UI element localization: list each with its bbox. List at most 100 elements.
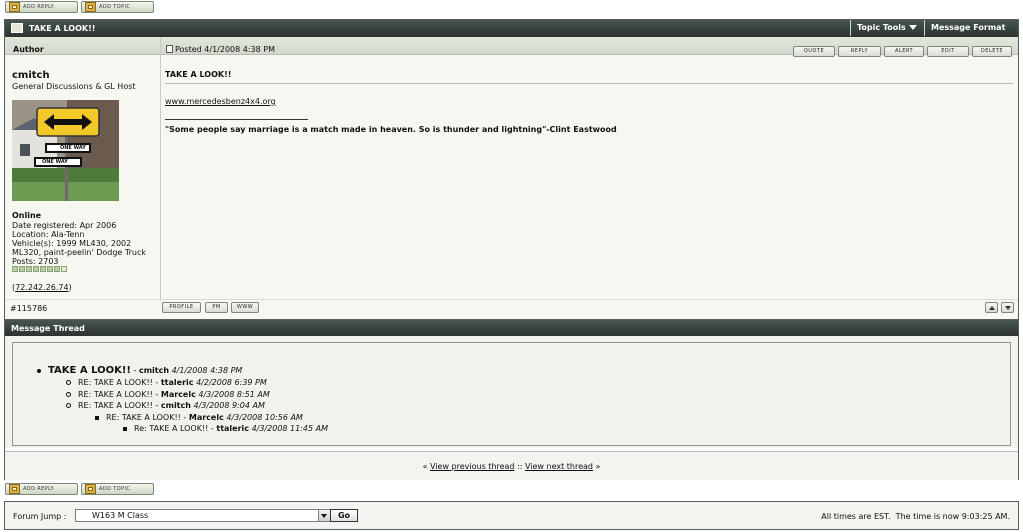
author-location: Location: Ala-Tenn <box>12 230 85 239</box>
dropdown-button[interactable] <box>318 510 330 521</box>
thread-item-title[interactable]: RE: TAKE A LOOK!! <box>78 390 153 399</box>
scroll-down-button[interactable] <box>1001 302 1014 313</box>
add-reply-button-bottom[interactable]: ADD REPLY <box>5 483 78 495</box>
thread-sep: - <box>180 413 189 422</box>
thread-item-title[interactable]: RE: TAKE A LOOK!! <box>78 401 153 410</box>
next-thread-link[interactable]: View next thread <box>525 462 593 471</box>
topic-title: TAKE A LOOK!! <box>29 24 96 33</box>
rank-pip-icon <box>12 266 18 272</box>
go-button[interactable]: Go <box>330 509 358 522</box>
forum-jump-label: Forum Jump : <box>13 512 67 521</box>
author-ip[interactable]: (72.242.26.74) <box>12 283 72 292</box>
thread-sep: - <box>152 390 161 399</box>
message-format-label: Message Format <box>931 23 1006 32</box>
sign-text-1: ONE WAY <box>60 145 86 151</box>
thread-header-bar: Message Thread <box>5 320 1018 336</box>
bullet-icon <box>95 415 99 420</box>
signature-divider <box>165 119 308 120</box>
pm-label: PM <box>212 304 221 310</box>
scroll-up-button[interactable] <box>985 302 998 313</box>
add-topic-button-bottom[interactable]: ADD TOPIC <box>81 483 154 495</box>
alert-button[interactable]: ALERT <box>884 46 924 57</box>
author-name[interactable]: cmitch <box>12 70 50 81</box>
subject-divider <box>165 83 1013 84</box>
add-reply-icon <box>9 484 20 494</box>
thread-sep: - <box>130 366 139 375</box>
thread-panel: Message Thread TAKE A LOOK!! - cmitch 4/… <box>4 320 1019 480</box>
quote-button[interactable]: QUOTE <box>793 46 835 57</box>
rank-pip-icon <box>33 266 39 272</box>
author-vehicles-line1: Vehicle(s): 1999 ML430, 2002 <box>12 239 132 248</box>
thread-item-date: 4/3/2008 10:56 AM <box>226 413 303 422</box>
thread-item-date: 4/1/2008 4:38 PM <box>171 366 243 375</box>
profile-button[interactable]: PROFILE <box>162 302 201 313</box>
author-group: General Discussions & GL Host <box>12 82 136 91</box>
author-registered: Date registered: Apr 2006 <box>12 221 117 230</box>
post-icon <box>166 45 173 53</box>
add-topic-button[interactable]: ADD TOPIC <box>81 1 154 13</box>
add-reply-label: ADD REPLY <box>23 486 55 492</box>
thread-item-reply-2[interactable]: RE: TAKE A LOOK!! - Marcelc 4/3/2008 8:5… <box>66 390 270 399</box>
previous-thread-link[interactable]: View previous thread <box>430 462 515 471</box>
footer-bar: Forum Jump : W163 M Class Go All times a… <box>4 501 1019 530</box>
rank-pips <box>12 266 67 272</box>
nav-prefix: « <box>422 462 430 471</box>
topic-title-bar: TAKE A LOOK!! Topic Tools Message Format <box>5 20 1018 46</box>
topic-icon <box>11 23 23 33</box>
delete-button[interactable]: DELETE <box>972 46 1012 57</box>
delete-label: DELETE <box>980 48 1004 54</box>
rank-pip-icon <box>19 266 25 272</box>
add-reply-icon <box>9 2 20 12</box>
thread-nav: « View previous thread :: View next thre… <box>5 462 1018 471</box>
post-date: Posted 4/1/2008 4:38 PM <box>175 45 275 54</box>
reply-button[interactable]: REPLY <box>838 46 881 57</box>
post-panel: TAKE A LOOK!! Topic Tools Message Format… <box>4 19 1019 320</box>
author-column-header: Author <box>13 45 44 54</box>
thread-item-title[interactable]: Re: TAKE A LOOK!! <box>134 424 208 433</box>
thread-item-root[interactable]: TAKE A LOOK!! - cmitch 4/1/2008 4:38 PM <box>37 365 242 376</box>
sign-text-2: ONE WAY <box>42 159 68 165</box>
forum-jump-select[interactable]: W163 M Class <box>75 509 331 522</box>
column-divider <box>160 37 161 301</box>
thread-item-author: cmitch <box>138 366 170 375</box>
add-reply-button[interactable]: ADD REPLY <box>5 1 78 13</box>
thread-item-author: Marcelc <box>160 390 196 399</box>
thread-item-reply-4[interactable]: RE: TAKE A LOOK!! - Marcelc 4/3/2008 10:… <box>95 413 303 422</box>
thread-item-title[interactable]: RE: TAKE A LOOK!! <box>106 413 181 422</box>
thread-item-author: ttaleric <box>216 424 250 433</box>
www-button[interactable]: WWW <box>231 302 259 313</box>
bullet-icon <box>37 368 41 373</box>
chevron-up-icon <box>989 306 995 310</box>
reply-label: REPLY <box>850 48 869 54</box>
thread-item-date: 4/3/2008 8:51 AM <box>198 390 270 399</box>
post-id: #115786 <box>10 304 48 313</box>
thread-item-author: cmitch <box>160 401 191 410</box>
add-topic-icon <box>85 2 96 12</box>
go-label: Go <box>337 511 351 520</box>
post-link[interactable]: www.mercedesbenz4x4.org <box>165 97 276 106</box>
author-vehicles-line2: ML320, paint-peelin' Dodge Truck <box>12 248 146 257</box>
thread-item-reply-1[interactable]: RE: TAKE A LOOK!! - ttaleric 4/2/2008 6:… <box>66 378 267 387</box>
add-topic-label: ADD TOPIC <box>99 4 131 10</box>
message-format-menu[interactable]: Message Format <box>924 20 1018 46</box>
thread-tree-box: TAKE A LOOK!! - cmitch 4/1/2008 4:38 PM … <box>12 342 1011 446</box>
bullet-icon <box>66 403 71 408</box>
thread-nav-row: « View previous thread :: View next thre… <box>5 451 1018 480</box>
topic-tools-menu[interactable]: Topic Tools <box>850 20 924 36</box>
edit-button[interactable]: EDIT <box>927 46 969 57</box>
profile-label: PROFILE <box>169 304 194 310</box>
alert-label: ALERT <box>894 48 914 54</box>
thread-item-author: ttaleric <box>160 378 194 387</box>
thread-item-title[interactable]: RE: TAKE A LOOK!! <box>78 378 153 387</box>
pm-button[interactable]: PM <box>205 302 228 313</box>
thread-item-title[interactable]: TAKE A LOOK!! <box>48 365 131 376</box>
add-topic-label: ADD TOPIC <box>99 486 131 492</box>
thread-item-reply-5[interactable]: Re: TAKE A LOOK!! - ttaleric 4/3/2008 11… <box>123 424 328 433</box>
add-topic-icon <box>85 484 96 494</box>
bullet-icon <box>66 392 71 397</box>
thread-header: Message Thread <box>11 324 85 333</box>
nav-separator: :: <box>514 462 525 471</box>
ip-link[interactable]: 72.242.26.74 <box>15 283 68 292</box>
author-posts: Posts: 2703 <box>12 257 59 266</box>
thread-item-reply-3[interactable]: RE: TAKE A LOOK!! - cmitch 4/3/2008 9:04… <box>66 401 265 410</box>
